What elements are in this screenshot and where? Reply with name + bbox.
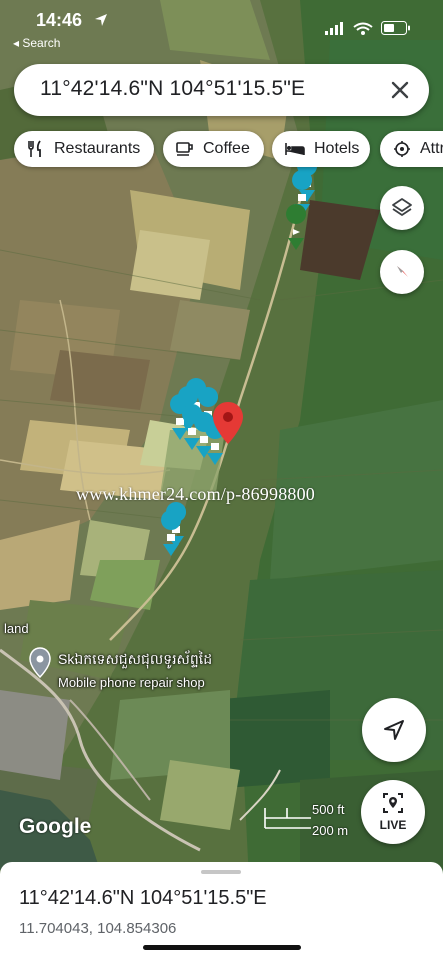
coffee-cup-icon bbox=[176, 142, 193, 156]
maps-screen: 14:46 ◂ Search 11°42'14.6"N 104°51'15.5"… bbox=[0, 0, 443, 960]
sheet-drag-handle[interactable] bbox=[201, 870, 241, 874]
chip-attractions[interactable]: Attr bbox=[380, 131, 443, 167]
battery-icon bbox=[381, 21, 410, 35]
chip-label: Hotels bbox=[314, 140, 360, 157]
live-view-icon bbox=[383, 793, 403, 813]
place-decimal-coordinates: 11.704043, 104.854306 bbox=[19, 920, 177, 937]
watermark-text: www.khmer24.com/p-86998800 bbox=[76, 484, 315, 504]
search-input[interactable]: 11°42'14.6"N 104°51'15.5"E bbox=[40, 77, 305, 101]
chip-coffee[interactable]: Coffee bbox=[163, 131, 264, 167]
close-icon[interactable] bbox=[387, 77, 413, 103]
place-title: 11°42'14.6"N 104°51'15.5"E bbox=[19, 887, 267, 909]
poi-name-label[interactable]: Skឯកទេសជួសជុលទូរស័ព្ទដៃ bbox=[58, 650, 212, 671]
home-indicator[interactable] bbox=[143, 945, 301, 950]
fork-knife-icon bbox=[28, 140, 41, 157]
cellular-signal-icon bbox=[325, 22, 343, 35]
green-pin-icon[interactable] bbox=[286, 204, 307, 250]
layers-icon bbox=[392, 198, 412, 216]
back-to-search-link[interactable]: ◂ Search bbox=[13, 36, 60, 50]
chip-hotels[interactable]: Hotels bbox=[272, 131, 370, 167]
map-label-land: land bbox=[4, 621, 29, 636]
compass-icon bbox=[397, 266, 408, 277]
location-arrow-icon bbox=[95, 14, 107, 26]
search-bar[interactable]: 11°42'14.6"N 104°51'15.5"E bbox=[14, 64, 429, 116]
repair-shop-pin-icon[interactable] bbox=[29, 647, 51, 679]
status-bar: 14:46 ◂ Search bbox=[0, 0, 443, 58]
directions-button[interactable] bbox=[362, 698, 426, 762]
live-view-label: LIVE bbox=[379, 818, 407, 832]
layers-button[interactable] bbox=[380, 186, 424, 230]
teal-pin-icon[interactable] bbox=[161, 510, 182, 556]
chip-label: Coffee bbox=[203, 140, 250, 157]
scale-meters: 200 m bbox=[312, 823, 349, 838]
scale-feet: 500 ft bbox=[312, 802, 345, 817]
bed-icon bbox=[285, 143, 305, 155]
navigation-arrow-icon bbox=[384, 720, 404, 740]
chip-label: Restaurants bbox=[54, 140, 141, 157]
poi-category-label: Mobile phone repair shop bbox=[58, 675, 205, 690]
status-time: 14:46 bbox=[36, 10, 83, 30]
chip-label: Attr bbox=[420, 140, 443, 157]
compass-button[interactable] bbox=[380, 250, 424, 294]
attractions-icon bbox=[394, 141, 410, 157]
google-logo: Google bbox=[19, 815, 92, 838]
scale-bar-icon bbox=[264, 808, 311, 829]
wifi-icon bbox=[353, 22, 373, 35]
live-view-button[interactable]: LIVE bbox=[361, 780, 425, 844]
chip-restaurants[interactable]: Restaurants bbox=[14, 131, 154, 167]
